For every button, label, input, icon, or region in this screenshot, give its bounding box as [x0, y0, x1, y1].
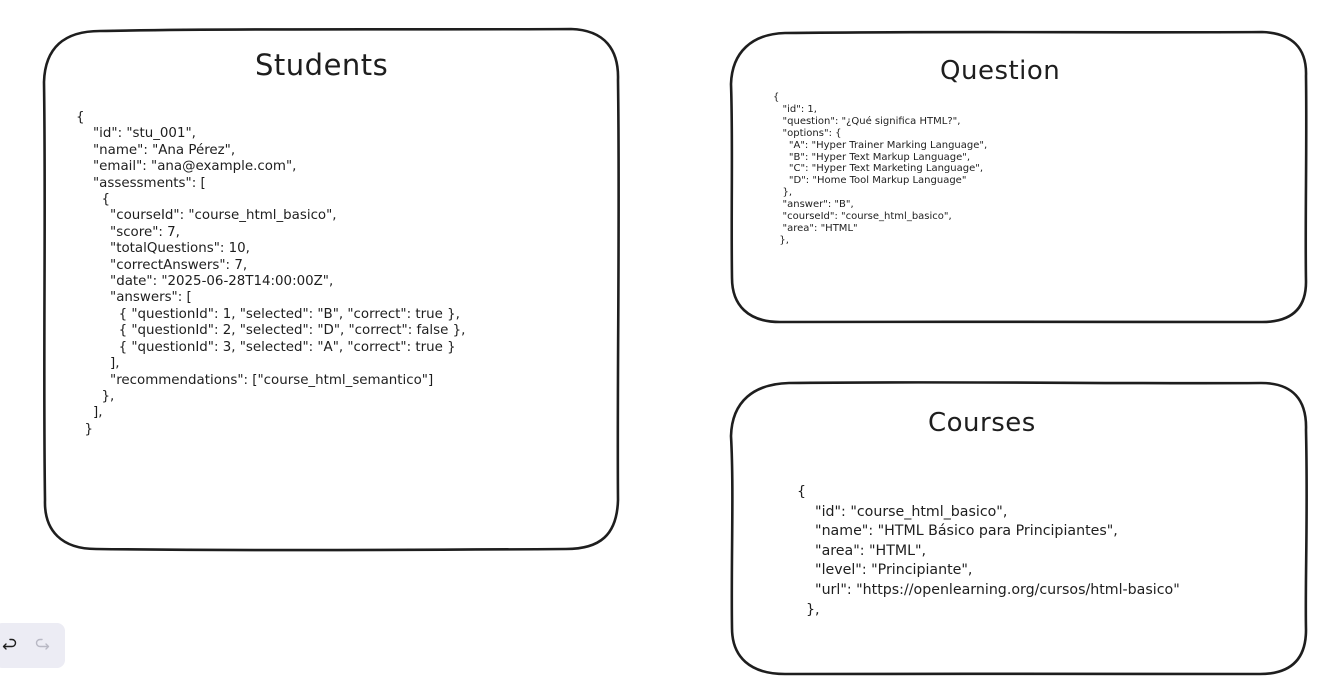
- courses-title[interactable]: Courses: [928, 408, 1036, 438]
- redo-icon: [35, 638, 50, 650]
- undo-button[interactable]: [0, 634, 20, 658]
- courses-json-text[interactable]: { "id": "course_html_basico", "name": "H…: [797, 483, 1180, 620]
- question-title[interactable]: Question: [940, 56, 1060, 86]
- undo-icon: [2, 638, 17, 650]
- undo-redo-toolbar: [0, 623, 65, 668]
- whiteboard-canvas[interactable]: Students { "id": "stu_001", "name": "Ana…: [0, 0, 1335, 679]
- question-json-text[interactable]: { "id": 1, "question": "¿Qué significa H…: [773, 92, 987, 247]
- students-title[interactable]: Students: [255, 48, 388, 82]
- students-json-text[interactable]: { "id": "stu_001", "name": "Ana Pérez", …: [76, 110, 465, 438]
- redo-button[interactable]: [32, 634, 52, 658]
